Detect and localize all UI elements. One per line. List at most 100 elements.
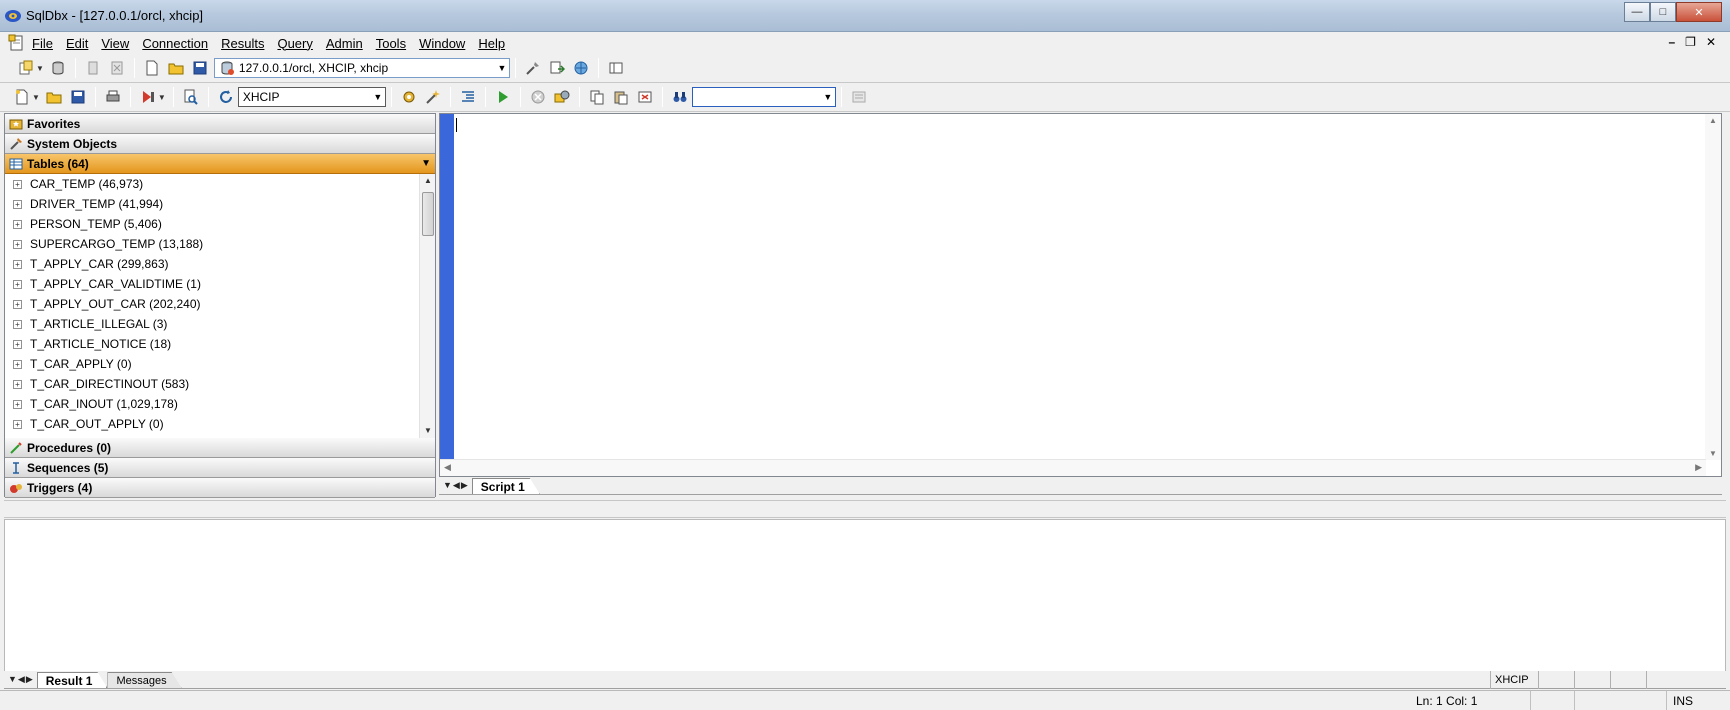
- menu-help[interactable]: Help: [475, 36, 515, 51]
- open-folder-button[interactable]: [165, 57, 187, 79]
- results-splitter[interactable]: [4, 500, 1726, 518]
- chevron-down-icon[interactable]: ▼: [371, 92, 385, 102]
- copy-button[interactable]: [586, 86, 608, 108]
- close-button[interactable]: ✕: [1676, 2, 1722, 22]
- expand-icon[interactable]: +: [13, 359, 22, 369]
- table-row[interactable]: + PERSON_TEMP (5,406): [5, 214, 435, 234]
- refresh-connection-button[interactable]: [570, 57, 592, 79]
- table-row[interactable]: + T_ARTICLE_ILLEGAL (3): [5, 314, 435, 334]
- menu-admin[interactable]: Admin: [323, 36, 373, 51]
- menu-window[interactable]: Window: [416, 36, 475, 51]
- table-row[interactable]: + T_CAR_OUT_APPLY (0): [5, 414, 435, 434]
- expand-icon[interactable]: +: [13, 399, 22, 409]
- table-row[interactable]: + T_CAR_DIRECTINOUT (583): [5, 374, 435, 394]
- save-button[interactable]: [189, 57, 211, 79]
- table-row[interactable]: + T_APPLY_OUT_CAR (202,240): [5, 294, 435, 314]
- new-file-button[interactable]: [141, 57, 163, 79]
- expand-icon[interactable]: +: [13, 199, 22, 209]
- expand-icon[interactable]: +: [13, 219, 22, 229]
- mdi-minimize-button[interactable]: –: [1668, 35, 1675, 49]
- new-connection-button[interactable]: [15, 57, 37, 79]
- expand-icon[interactable]: +: [13, 339, 22, 349]
- editor-horizontal-scrollbar[interactable]: ◀ ▶: [440, 459, 1706, 476]
- chevron-down-icon[interactable]: ▼: [495, 63, 509, 73]
- scroll-up-icon[interactable]: ▲: [420, 174, 435, 188]
- scroll-up-icon[interactable]: ▲: [1705, 116, 1721, 125]
- expand-icon[interactable]: +: [13, 179, 22, 189]
- find-in-file-button[interactable]: [180, 86, 202, 108]
- open-script-button[interactable]: [43, 86, 65, 108]
- refresh-button[interactable]: [215, 86, 237, 108]
- maximize-button[interactable]: □: [1650, 2, 1676, 22]
- scroll-left-icon[interactable]: ◀: [444, 462, 451, 473]
- expand-icon[interactable]: +: [13, 279, 22, 289]
- chevron-down-icon[interactable]: ▼: [36, 64, 44, 73]
- tab-nav-arrows[interactable]: ▼◀▶: [439, 480, 472, 494]
- table-row[interactable]: + CAR_TEMP (46,973): [5, 174, 435, 194]
- menu-file[interactable]: File: [29, 36, 63, 51]
- stop-button[interactable]: [527, 86, 549, 108]
- tab-result-1[interactable]: Result 1: [37, 672, 108, 688]
- transaction-button[interactable]: [551, 86, 573, 108]
- section-procedures[interactable]: Procedures (0): [5, 438, 435, 458]
- table-row[interactable]: + DRIVER_TEMP (41,994): [5, 194, 435, 214]
- editor-vertical-scrollbar[interactable]: ▲ ▼: [1705, 114, 1721, 460]
- tables-scrollbar[interactable]: ▲ ▼: [419, 174, 435, 438]
- tools-button[interactable]: [522, 57, 544, 79]
- expand-icon[interactable]: +: [13, 419, 22, 429]
- scroll-down-icon[interactable]: ▼: [1705, 449, 1721, 458]
- search-input[interactable]: ▼: [691, 87, 836, 107]
- table-row[interactable]: + T_CAR_APPLY (0): [5, 354, 435, 374]
- paste-button[interactable]: [610, 86, 632, 108]
- settings-button[interactable]: [398, 86, 420, 108]
- document-icon[interactable]: [8, 34, 26, 52]
- table-row[interactable]: + SUPERCARGO_TEMP (13,188): [5, 234, 435, 254]
- chevron-down-icon[interactable]: ▼: [158, 93, 166, 102]
- menu-edit[interactable]: Edit: [63, 36, 98, 51]
- chevron-down-icon[interactable]: ▼: [32, 93, 40, 102]
- expand-icon[interactable]: +: [13, 239, 22, 249]
- sqldbx-app-icon[interactable]: [4, 8, 22, 24]
- export-button[interactable]: [546, 57, 568, 79]
- section-system-objects[interactable]: System Objects: [5, 134, 435, 154]
- sql-editor[interactable]: ▲ ▼ ◀ ▶: [439, 113, 1722, 477]
- section-sequences[interactable]: Sequences (5): [5, 458, 435, 478]
- new-script-button[interactable]: [11, 86, 33, 108]
- filter-icon[interactable]: ▼: [421, 158, 431, 169]
- print-button[interactable]: [102, 86, 124, 108]
- expand-icon[interactable]: +: [13, 319, 22, 329]
- wizard-button[interactable]: [422, 86, 444, 108]
- menu-view[interactable]: View: [98, 36, 139, 51]
- section-favorites[interactable]: Favorites: [5, 114, 435, 134]
- chevron-down-icon[interactable]: ▼: [821, 92, 835, 102]
- section-triggers[interactable]: Triggers (4): [5, 478, 435, 498]
- menu-tools[interactable]: Tools: [373, 36, 416, 51]
- disconnect-all-button[interactable]: [106, 57, 128, 79]
- scroll-right-icon[interactable]: ▶: [1695, 462, 1702, 473]
- mdi-restore-button[interactable]: ❐: [1685, 35, 1696, 49]
- indent-button[interactable]: [457, 86, 479, 108]
- menu-connection[interactable]: Connection: [139, 36, 218, 51]
- results-grid[interactable]: [4, 519, 1726, 671]
- tab-messages[interactable]: Messages: [107, 672, 181, 688]
- table-row[interactable]: + T_APPLY_CAR (299,863): [5, 254, 435, 274]
- clear-button[interactable]: [634, 86, 656, 108]
- database-button[interactable]: [47, 57, 69, 79]
- table-row[interactable]: + T_CAR_INOUT (1,029,178): [5, 394, 435, 414]
- schema-select[interactable]: XHCIP ▼: [237, 87, 386, 107]
- save-script-button[interactable]: [67, 86, 89, 108]
- disconnect-button[interactable]: [82, 57, 104, 79]
- find-button[interactable]: [669, 86, 691, 108]
- expand-icon[interactable]: +: [13, 259, 22, 269]
- scrollbar-thumb[interactable]: [422, 192, 434, 236]
- scroll-down-icon[interactable]: ▼: [420, 424, 435, 438]
- section-tables[interactable]: Tables (64) ▼: [5, 154, 435, 174]
- tab-nav-arrows[interactable]: ▼◀▶: [4, 674, 37, 688]
- expand-icon[interactable]: +: [13, 379, 22, 389]
- table-row[interactable]: + T_ARTICLE_NOTICE (18): [5, 334, 435, 354]
- menu-results[interactable]: Results: [218, 36, 274, 51]
- connection-select[interactable]: 127.0.0.1/orcl, XHCIP, xhcip ▼: [213, 58, 510, 78]
- run-options-button[interactable]: [137, 86, 159, 108]
- expand-icon[interactable]: +: [13, 299, 22, 309]
- tab-script-1[interactable]: Script 1: [472, 478, 540, 494]
